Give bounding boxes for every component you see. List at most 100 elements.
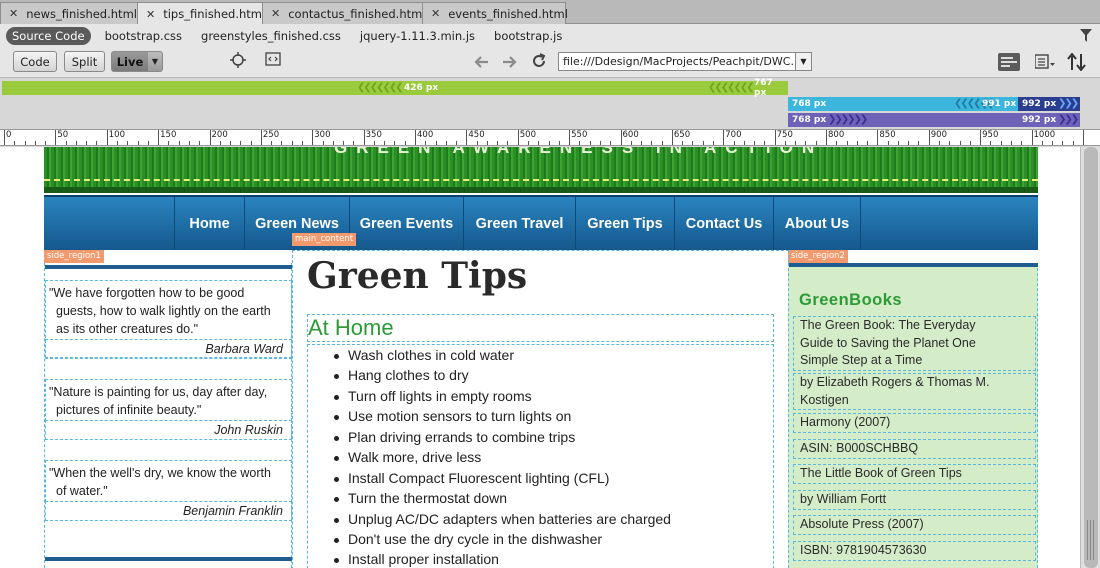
ruler-tick	[826, 130, 827, 145]
page-options-icon[interactable]	[1034, 54, 1055, 74]
ruler-tick	[990, 141, 992, 145]
element-tag-main-content[interactable]: main_content	[292, 233, 357, 246]
close-icon[interactable]: ✕	[431, 7, 440, 20]
nav-green-events[interactable]: Green Events	[349, 197, 463, 250]
element-tag-side-region1[interactable]: side_region1	[44, 250, 104, 263]
ruler-tick	[764, 141, 766, 145]
ruler-tick	[1072, 141, 1074, 145]
ruler-tick	[127, 141, 129, 145]
back-arrow-icon[interactable]	[474, 54, 488, 72]
ruler-tick	[723, 130, 725, 145]
quote-author: John Ruskin	[45, 420, 292, 440]
related-file[interactable]: bootstrap.js	[494, 29, 562, 43]
visual-media-queries-icon[interactable]	[998, 53, 1020, 75]
live-code-icon[interactable]	[265, 52, 281, 70]
element-tag-side-region2[interactable]: side_region2	[788, 250, 848, 263]
tab-events[interactable]: ✕ events_finished.html	[422, 2, 568, 24]
ruler-tick	[435, 141, 437, 145]
ruler-tick	[671, 130, 673, 145]
code-view-button[interactable]: Code	[13, 51, 57, 72]
banner-title: GREEN AWARENESS IN ACTION	[334, 147, 824, 157]
ruler-tick	[702, 141, 704, 145]
ruler-tick	[240, 141, 242, 145]
close-icon[interactable]: ✕	[271, 7, 280, 20]
forward-arrow-icon[interactable]	[503, 54, 517, 72]
related-file[interactable]: jquery-1.11.3.min.js	[360, 29, 475, 43]
ruler-label: 700	[725, 130, 742, 140]
quote-block: "When the well's dry, we know the worth …	[45, 460, 292, 502]
media-query-bar-min-992[interactable]: 992 px ❯❯❯	[1018, 97, 1080, 111]
main-content: Green Tips At Home Wash clothes in cold …	[292, 250, 789, 568]
tab-tips[interactable]: ✕ tips_finished.html	[137, 2, 265, 25]
ruler-tick	[4, 130, 5, 145]
banner-stitch-line	[44, 179, 1038, 181]
related-file[interactable]: greenstyles_finished.css	[201, 29, 341, 43]
ruler-tick	[784, 141, 786, 145]
ruler-tick	[908, 141, 910, 145]
ruler-tick	[219, 141, 221, 145]
media-query-bar-768-992[interactable]: 768 px ❯❯❯❯❯❯ 992 px ❯❯❯	[788, 113, 1080, 127]
ruler-tick	[34, 141, 36, 145]
nav-green-tips[interactable]: Green Tips	[575, 197, 674, 250]
ruler-tick	[332, 141, 334, 145]
ruler-label: 650	[673, 130, 691, 140]
live-view-button[interactable]: Live	[111, 51, 149, 72]
nav-contact-us[interactable]: Contact Us	[674, 197, 773, 250]
tab-label: contactus_finished.html	[288, 6, 426, 21]
site-banner: GREEN AWARENESS IN ACTION	[44, 147, 1038, 193]
nav-green-travel[interactable]: Green Travel	[463, 197, 575, 250]
related-file[interactable]: bootstrap.css	[105, 29, 182, 43]
ruler-tick	[754, 141, 756, 145]
chevron-down-icon[interactable]: ▼	[795, 53, 811, 70]
book-line: Kostigen	[800, 392, 849, 407]
sidebar-top-rule	[45, 265, 292, 269]
inspect-icon[interactable]	[230, 52, 246, 72]
ruler-tick	[75, 141, 77, 145]
ruler-tick	[384, 141, 386, 145]
chevron-right-icon: ❯❯❯❯❯❯	[828, 114, 868, 125]
ruler-label: 200	[211, 130, 228, 140]
scrollbar-thumb[interactable]	[1084, 147, 1098, 568]
ruler-tick	[106, 130, 108, 145]
nav-about-us[interactable]: About Us	[773, 197, 861, 250]
horizontal-ruler: 0 50 100 150 200 250 300 350 400 450 500 550 600 650 7…	[0, 129, 1100, 146]
ruler-label: 150	[160, 130, 177, 140]
source-code-button[interactable]: Source Code	[6, 27, 91, 45]
tab-news[interactable]: ✕ news_finished.html	[0, 2, 138, 24]
ruler-label: 400	[417, 130, 434, 140]
vertical-scrollbar[interactable]	[1080, 147, 1100, 568]
live-options-dropdown[interactable]: ▼	[148, 51, 163, 72]
book-line: Simple Step at a Time	[800, 353, 923, 367]
ruler-tick	[795, 141, 797, 145]
nav-home[interactable]: Home	[174, 197, 244, 250]
tab-label: news_finished.html	[26, 6, 137, 21]
quote-line: "When the well's dry, we know the worth	[49, 466, 271, 480]
ruler-tick	[312, 130, 314, 145]
split-view-button[interactable]: Split	[64, 51, 105, 72]
ruler-tick	[281, 141, 283, 145]
media-query-label: 768 px	[792, 99, 827, 109]
ruler-tick	[743, 141, 745, 145]
site-navigation: Home Green News Green Events Green Trave…	[44, 195, 1038, 250]
ruler-tick	[250, 141, 252, 145]
close-icon[interactable]: ✕	[146, 8, 155, 21]
ruler-label: 500	[519, 130, 536, 140]
ruler-tick	[928, 130, 930, 145]
ruler-tick	[507, 141, 509, 145]
ruler-tick	[538, 141, 540, 145]
close-icon[interactable]: ✕	[9, 7, 18, 20]
ruler-tick	[117, 141, 119, 145]
media-query-bar-max-767[interactable]: ❮❮❮❮❮❮❮ 426 px ❮❮❮❮❮❮❮ 767 px	[2, 78, 788, 98]
ruler-label: 450	[468, 130, 485, 140]
ruler-tick	[661, 141, 663, 145]
ruler-tick	[476, 141, 478, 145]
address-bar[interactable]: file:///Ddesign/MacProjects/Peachpit/DWC…	[558, 52, 812, 71]
ruler-tick	[836, 141, 838, 145]
sort-arrows-icon[interactable]	[1067, 52, 1087, 75]
tab-contactus[interactable]: ✕ contactus_finished.html	[262, 2, 426, 24]
ruler-tick	[96, 141, 98, 145]
banner-bottom-strip	[44, 187, 1038, 193]
filter-icon[interactable]	[1080, 28, 1092, 47]
refresh-icon[interactable]	[531, 53, 547, 73]
ruler-tick	[137, 141, 139, 145]
